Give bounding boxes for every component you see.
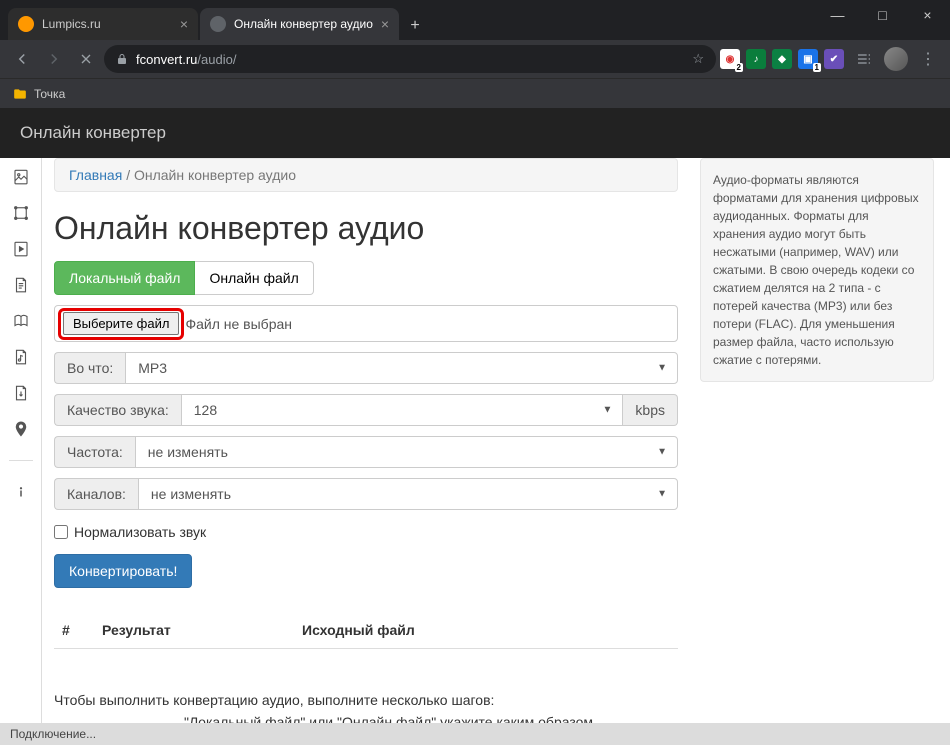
choose-file-button[interactable]: Выберите файл bbox=[63, 312, 179, 335]
folder-icon bbox=[12, 87, 28, 101]
bookmarks-bar: Точка bbox=[0, 78, 950, 108]
video-icon[interactable] bbox=[12, 240, 30, 258]
breadcrumb-current: Онлайн конвертер аудио bbox=[134, 167, 296, 183]
menu-button[interactable]: ⋮ bbox=[914, 45, 942, 73]
new-tab-button[interactable]: + bbox=[401, 12, 429, 40]
breadcrumb: Главная / Онлайн конвертер аудио bbox=[54, 158, 678, 192]
page-title: Онлайн конвертер аудио bbox=[54, 210, 678, 247]
select-frequency[interactable]: не изменять ▼ bbox=[135, 436, 678, 468]
back-button[interactable] bbox=[8, 45, 36, 73]
col-number: # bbox=[62, 622, 102, 638]
tab-local-file[interactable]: Локальный файл bbox=[54, 261, 195, 295]
status-text: Подключение... bbox=[10, 727, 96, 741]
address-bar: fconvert.ru/audio/ ☆ ◉2 ♪ ◆ ▣1 ✔ ⋮ bbox=[0, 40, 950, 78]
info-icon[interactable] bbox=[12, 483, 30, 501]
extension-icons: ◉2 ♪ ◆ ▣1 ✔ ⋮ bbox=[720, 45, 942, 73]
resize-icon[interactable] bbox=[12, 204, 30, 222]
close-window-button[interactable]: × bbox=[905, 0, 950, 30]
close-tab-icon[interactable]: × bbox=[381, 16, 389, 32]
chevron-down-icon: ▼ bbox=[657, 363, 667, 374]
field-quality: Качество звука: 128 ▼ kbps bbox=[54, 394, 678, 426]
help-text: Чтобы выполнить конвертацию аудио, выпол… bbox=[54, 689, 678, 723]
select-channels[interactable]: не изменять ▼ bbox=[138, 478, 678, 510]
bookmark-star-icon[interactable]: ☆ bbox=[692, 51, 704, 67]
results-header: # Результат Исходный файл bbox=[54, 612, 678, 649]
field-to-what: Во что: MP3 ▼ bbox=[54, 352, 678, 384]
source-tabs: Локальный файл Онлайн файл bbox=[54, 261, 678, 295]
page-content: Онлайн конвертер Главная / Онлайн конвер… bbox=[0, 108, 950, 723]
download-file-icon[interactable] bbox=[12, 384, 30, 402]
chevron-down-icon: ▼ bbox=[657, 447, 667, 458]
minimize-button[interactable]: — bbox=[815, 0, 860, 30]
tab-title: Lumpics.ru bbox=[42, 17, 101, 31]
browser-tab-strip: Lumpics.ru × Онлайн конвертер аудио × + bbox=[0, 0, 950, 40]
col-result: Результат bbox=[102, 622, 302, 638]
tab-title: Онлайн конвертер аудио bbox=[234, 17, 373, 31]
field-label: Частота: bbox=[54, 436, 135, 468]
reading-list-icon[interactable] bbox=[850, 45, 878, 73]
maximize-button[interactable]: □ bbox=[860, 0, 905, 30]
lock-icon bbox=[116, 53, 128, 65]
chevron-down-icon: ▼ bbox=[657, 489, 667, 500]
file-input-row: Выберите файл Файл не выбран bbox=[54, 305, 678, 342]
browser-tab[interactable]: Lumpics.ru × bbox=[8, 8, 198, 40]
image-icon[interactable] bbox=[12, 168, 30, 186]
document-icon[interactable] bbox=[12, 276, 30, 294]
extension-icon[interactable]: ◆ bbox=[772, 49, 792, 69]
extension-icon[interactable]: ◉2 bbox=[720, 49, 740, 69]
normalize-checkbox-row[interactable]: Нормализовать звук bbox=[54, 524, 678, 540]
col-source: Исходный файл bbox=[302, 622, 670, 638]
field-channels: Каналов: не изменять ▼ bbox=[54, 478, 678, 510]
breadcrumb-home[interactable]: Главная bbox=[69, 167, 122, 183]
tab-online-file[interactable]: Онлайн файл bbox=[195, 261, 313, 295]
profile-avatar[interactable] bbox=[884, 47, 908, 71]
favicon-icon bbox=[210, 16, 226, 32]
status-bar: Подключение... bbox=[0, 723, 950, 745]
extension-icon[interactable]: ✔ bbox=[824, 49, 844, 69]
url-input[interactable]: fconvert.ru/audio/ ☆ bbox=[104, 45, 716, 73]
select-quality[interactable]: 128 ▼ bbox=[181, 394, 624, 426]
field-label: Во что: bbox=[54, 352, 125, 384]
select-format[interactable]: MP3 ▼ bbox=[125, 352, 678, 384]
left-nav bbox=[0, 158, 42, 723]
forward-button[interactable] bbox=[40, 45, 68, 73]
audio-file-icon[interactable] bbox=[12, 348, 30, 366]
url-path: /audio/ bbox=[197, 52, 236, 67]
field-label: Каналов: bbox=[54, 478, 138, 510]
convert-button[interactable]: Конвертировать! bbox=[54, 554, 192, 588]
stop-button[interactable] bbox=[72, 45, 100, 73]
site-title[interactable]: Онлайн конвертер bbox=[20, 123, 166, 143]
book-icon[interactable] bbox=[12, 312, 30, 330]
right-column: Аудио-форматы являются форматами для хра… bbox=[690, 158, 950, 723]
field-suffix: kbps bbox=[623, 394, 678, 426]
field-frequency: Частота: не изменять ▼ bbox=[54, 436, 678, 468]
site-header: Онлайн конвертер bbox=[0, 108, 950, 158]
favicon-icon bbox=[18, 16, 34, 32]
url-domain: fconvert.ru bbox=[136, 52, 197, 67]
field-label: Качество звука: bbox=[54, 394, 181, 426]
main-column: Главная / Онлайн конвертер аудио Онлайн … bbox=[42, 158, 690, 723]
info-box: Аудио-форматы являются форматами для хра… bbox=[700, 158, 934, 382]
breadcrumb-sep: / bbox=[126, 167, 130, 183]
divider bbox=[9, 460, 33, 461]
extension-icon[interactable]: ▣1 bbox=[798, 49, 818, 69]
normalize-checkbox[interactable] bbox=[54, 525, 68, 539]
browser-tab-active[interactable]: Онлайн конвертер аудио × bbox=[200, 8, 399, 40]
file-status: Файл не выбран bbox=[185, 316, 292, 332]
bookmark-item[interactable]: Точка bbox=[34, 87, 65, 101]
window-controls: — □ × bbox=[815, 0, 950, 30]
extension-icon[interactable]: ♪ bbox=[746, 49, 766, 69]
close-tab-icon[interactable]: × bbox=[180, 16, 188, 32]
chevron-down-icon: ▼ bbox=[603, 405, 613, 416]
normalize-label: Нормализовать звук bbox=[74, 524, 206, 540]
location-icon[interactable] bbox=[12, 420, 30, 438]
